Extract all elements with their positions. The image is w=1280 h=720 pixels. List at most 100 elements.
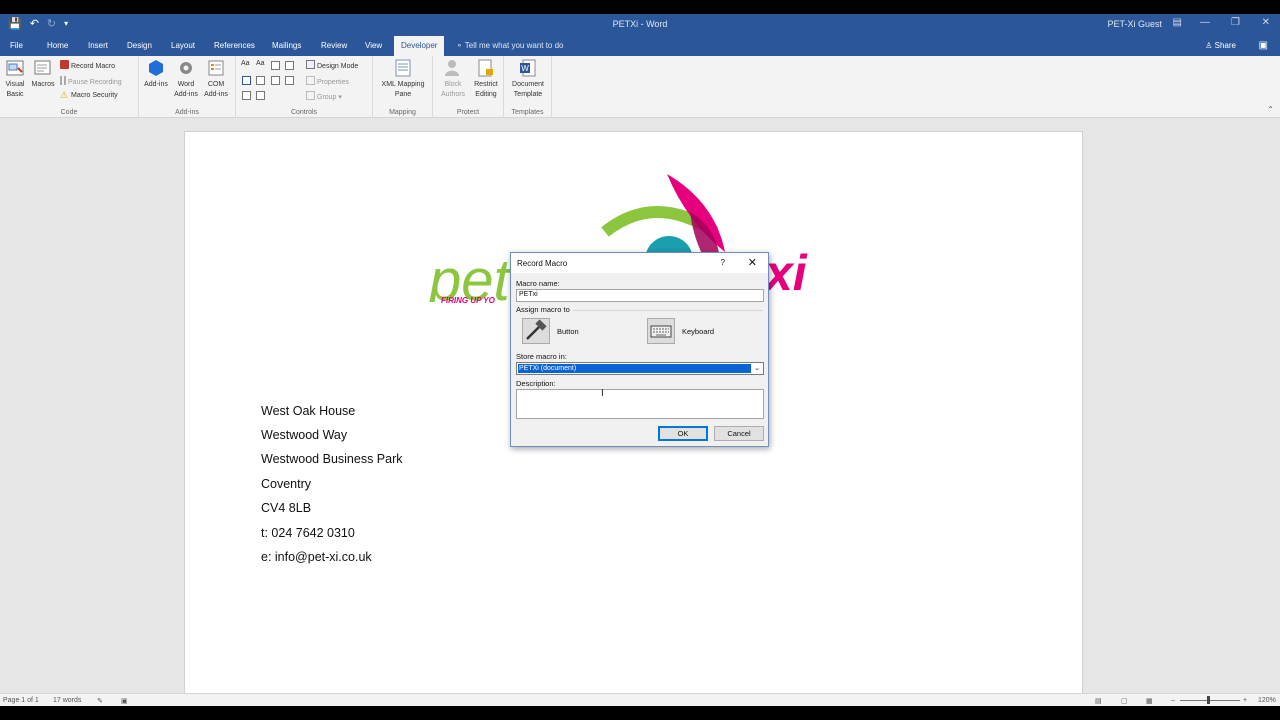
templates-group-label: Templates (511, 109, 544, 116)
tab-view[interactable]: View (365, 41, 382, 50)
address-line: t: 024 7642 0310 (261, 526, 355, 540)
restrict-editing-button[interactable]: Restrict Editing (471, 58, 501, 100)
dialog-close-button[interactable]: ✕ (748, 256, 757, 269)
pause-icon (60, 76, 66, 85)
dialog-title-bar: Record Macro ? ✕ (511, 253, 768, 273)
group-controls: Aa Aa Design Mode Properties Group ▾ Con… (236, 56, 373, 118)
help-button[interactable]: ? (721, 258, 725, 267)
date-picker-control-icon[interactable] (285, 76, 294, 85)
repeating-section-control-icon[interactable] (242, 91, 251, 100)
properties-label: Properties (317, 79, 349, 86)
legacy-tools-icon[interactable] (256, 91, 265, 100)
minimize-icon[interactable]: — (1200, 17, 1210, 28)
picture-control-icon[interactable] (271, 61, 280, 70)
proofing-icon[interactable]: ✎ (97, 697, 103, 705)
macros-label: Macros (31, 81, 55, 88)
description-label: Description: (516, 379, 556, 388)
ok-button[interactable]: OK (658, 426, 708, 441)
visual-basic-button[interactable]: Visual Basic (0, 58, 30, 100)
macro-name-input[interactable]: PETxi (516, 289, 764, 302)
restore-icon[interactable]: ❐ (1231, 17, 1240, 28)
group-button[interactable]: Group ▾ (306, 91, 342, 101)
addins-label: Add-ins (144, 81, 168, 88)
zoom-in-icon[interactable]: + (1243, 697, 1247, 704)
address-line: Westwood Way (261, 428, 348, 442)
xml-mapping-pane-label: XML Mapping Pane (381, 81, 425, 98)
macro-security-button[interactable]: ⚠ Macro Security (60, 91, 118, 100)
warning-icon: ⚠ (60, 90, 69, 100)
store-macro-select[interactable]: PETXi (document) ⌄ (516, 362, 764, 375)
zoom-out-icon[interactable]: – (1171, 697, 1175, 704)
document-template-button[interactable]: W Document Template (510, 58, 546, 100)
building-block-control-icon[interactable] (285, 61, 294, 70)
ribbon: Visual Basic Macros Record Macro Pause R… (0, 56, 1280, 118)
tab-file[interactable]: File (10, 41, 23, 50)
com-addins-button[interactable]: COM Add-ins (201, 58, 231, 100)
dialog-title: Record Macro (517, 259, 568, 268)
lock-document-icon (478, 59, 493, 77)
description-textarea[interactable] (516, 389, 764, 419)
word-document-icon: W (520, 59, 536, 77)
comments-icon[interactable]: ▣ (1259, 40, 1268, 51)
xml-mapping-icon (395, 59, 411, 77)
tab-mailings[interactable]: Mailings (272, 41, 301, 50)
assign-button-button[interactable] (522, 318, 550, 344)
pause-recording-label: Pause Recording (68, 79, 122, 86)
group-code: Visual Basic Macros Record Macro Pause R… (0, 56, 139, 118)
collapse-ribbon-icon[interactable]: ⌃ (1267, 105, 1274, 114)
com-addins-label: COM Add-ins (204, 81, 228, 98)
record-macro-label: Record Macro (71, 63, 115, 70)
plain-text-control[interactable]: Aa (256, 60, 265, 67)
tab-design[interactable]: Design (127, 41, 152, 50)
group-icon (306, 91, 315, 100)
properties-button[interactable]: Properties (306, 76, 349, 86)
xml-mapping-pane-button[interactable]: XML Mapping Pane (375, 58, 431, 100)
group-addins: Add-ins Word Add-ins COM Add-ins Add-ins (139, 56, 236, 118)
block-authors-button[interactable]: Block Authors (438, 58, 468, 100)
ribbon-display-options-icon[interactable]: ▤ (1173, 17, 1182, 28)
share-button[interactable]: ♙ Share (1205, 41, 1236, 50)
design-mode-icon (306, 60, 315, 69)
address-line: West Oak House (261, 404, 356, 418)
tab-insert[interactable]: Insert (88, 41, 108, 50)
macro-recording-icon[interactable]: ▣ (121, 697, 128, 705)
addins-icon (149, 60, 163, 76)
assign-keyboard-button[interactable] (647, 318, 675, 344)
checkbox-control-icon[interactable] (242, 76, 251, 85)
page-count[interactable]: Page 1 of 1 (3, 697, 39, 704)
tab-layout[interactable]: Layout (171, 41, 195, 50)
zoom-slider[interactable] (1180, 700, 1240, 701)
ribbon-tabs: File Home Insert Design Layout Reference… (0, 36, 1280, 56)
record-macro-dialog: Record Macro ? ✕ Macro name: PETxi Assig… (510, 252, 769, 447)
tab-home[interactable]: Home (47, 41, 68, 50)
user-name[interactable]: PET-Xi Guest (1107, 19, 1162, 29)
combo-box-control-icon[interactable] (256, 76, 265, 85)
record-macro-button[interactable]: Record Macro (60, 60, 115, 70)
web-layout-icon[interactable]: ▦ (1146, 697, 1153, 705)
group-protect: Block Authors Restrict Editing Protect (433, 56, 504, 118)
read-mode-icon[interactable]: ▤ (1095, 697, 1102, 705)
addins-button[interactable]: Add-ins (141, 58, 171, 90)
dropdown-list-control-icon[interactable] (271, 76, 280, 85)
tell-me-search[interactable]: ⚬ Tell me what you want to do (456, 41, 564, 50)
rich-text-control[interactable]: Aa (241, 60, 250, 67)
close-window-icon[interactable]: ✕ (1262, 17, 1270, 28)
design-mode-button[interactable]: Design Mode (306, 60, 358, 70)
tab-developer[interactable]: Developer (394, 36, 445, 56)
word-count[interactable]: 17 words (53, 697, 81, 704)
zoom-slider-thumb[interactable] (1207, 696, 1210, 704)
macros-button[interactable]: Macros (28, 58, 58, 90)
word-addins-button[interactable]: Word Add-ins (171, 58, 201, 100)
addins-group-label: Add-ins (175, 109, 199, 116)
address-line: Westwood Business Park (261, 452, 403, 466)
pause-recording-button[interactable]: Pause Recording (60, 76, 122, 86)
protect-group-label: Protect (456, 109, 480, 116)
print-layout-icon[interactable]: ▢ (1121, 697, 1128, 705)
cancel-button[interactable]: Cancel (714, 426, 764, 441)
screen-top-bar (0, 0, 1280, 14)
chevron-down-icon[interactable]: ⌄ (752, 364, 762, 373)
zoom-level[interactable]: 120% (1258, 697, 1276, 704)
tab-review[interactable]: Review (321, 41, 347, 50)
store-macro-label: Store macro in: (516, 352, 567, 361)
tab-references[interactable]: References (214, 41, 255, 50)
